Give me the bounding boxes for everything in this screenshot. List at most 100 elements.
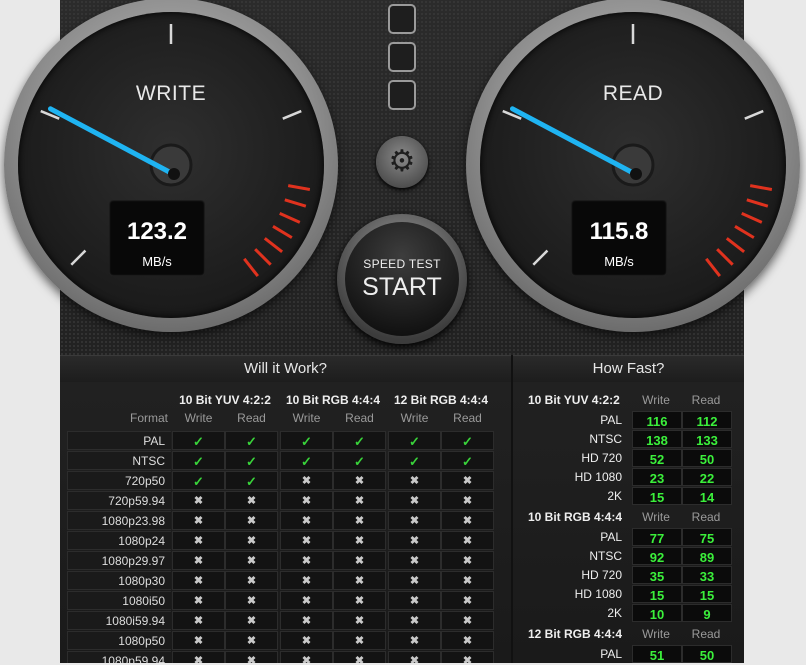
window-control-button[interactable]	[388, 42, 416, 72]
col-read-header: Read	[453, 411, 482, 425]
cross-icon: ✖	[388, 491, 441, 510]
group-header-yuv422: 10 Bit YUV 4:2:2	[179, 393, 271, 407]
check-icon: ✓	[172, 431, 225, 450]
settings-button[interactable]: ⚙	[376, 136, 428, 188]
cross-icon: ✖	[280, 551, 333, 570]
read-gauge-dial	[502, 24, 773, 278]
write-fps-value: 116	[632, 411, 682, 429]
start-button-label: START	[362, 273, 442, 301]
write-speed-unit: MB/s	[142, 254, 172, 269]
gauge-needle	[47, 106, 178, 178]
gear-icon: ⚙	[388, 145, 416, 178]
read-fps-value: 15	[682, 585, 732, 603]
table-row: 720p50 ✓ ✓ ✖ ✖ ✖ ✖	[67, 471, 495, 491]
cross-icon: ✖	[441, 591, 494, 610]
read-fps-value: 9	[682, 604, 732, 622]
read-speed-value: 115.8	[589, 218, 649, 245]
read-gauge-label: READ	[602, 82, 664, 105]
cross-icon: ✖	[441, 511, 494, 530]
check-icon: ✓	[388, 431, 441, 450]
cross-icon: ✖	[388, 511, 441, 530]
cross-icon: ✖	[225, 551, 278, 570]
write-readout: 123.2 MB/s	[109, 200, 205, 276]
col-read-header: Read	[237, 411, 266, 425]
cross-icon: ✖	[172, 651, 225, 663]
how-fast-write-header: Write	[642, 510, 670, 524]
cross-icon: ✖	[441, 471, 494, 490]
table-row: 1080i59.94 ✖ ✖ ✖ ✖ ✖ ✖	[67, 611, 495, 631]
cross-icon: ✖	[172, 631, 225, 650]
cross-icon: ✖	[172, 491, 225, 510]
how-fast-section-title: 12 Bit RGB 4:4:4	[528, 627, 623, 641]
cross-icon: ✖	[225, 651, 278, 663]
table-row: 1080p30 ✖ ✖ ✖ ✖ ✖ ✖	[67, 571, 495, 591]
how-fast-format-label: PAL	[600, 647, 622, 661]
col-write-header: Write	[292, 411, 321, 425]
check-icon: ✓	[225, 431, 278, 450]
format-label: 1080i50	[67, 591, 171, 610]
window-control-button[interactable]	[388, 80, 416, 110]
gauge-tick	[282, 109, 302, 120]
write-fps-value: 138	[632, 430, 682, 448]
write-gauge: WRITE 123.2 MB/s	[4, 0, 338, 332]
group-header-rgb444-12: 12 Bit RGB 4:4:4	[393, 393, 489, 407]
check-icon: ✓	[225, 451, 278, 470]
check-icon: ✓	[441, 451, 494, 470]
format-label: 1080p29.97	[67, 551, 171, 570]
cross-icon: ✖	[441, 611, 494, 630]
write-fps-value: 77	[632, 528, 682, 546]
table-row: NTSC ✓ ✓ ✓ ✓ ✓ ✓	[67, 451, 495, 471]
table-row: 1080p29.97 ✖ ✖ ✖ ✖ ✖ ✖	[67, 551, 495, 571]
how-fast-title: How Fast?	[513, 355, 744, 382]
cross-icon: ✖	[333, 471, 386, 490]
how-fast-format-label: NTSC	[589, 432, 622, 446]
cross-icon: ✖	[333, 611, 386, 630]
redline-tick	[741, 212, 763, 224]
cross-icon: ✖	[333, 491, 386, 510]
table-row: 720p59.94 ✖ ✖ ✖ ✖ ✖ ✖	[67, 491, 495, 511]
start-speed-test-button[interactable]: SPEED TEST START	[337, 214, 467, 344]
how-fast-format-label: 2K	[607, 489, 622, 503]
read-fps-value: 75	[682, 528, 732, 546]
write-gauge-label: WRITE	[135, 82, 207, 105]
read-fps-value: 133	[682, 430, 732, 448]
cross-icon: ✖	[388, 471, 441, 490]
format-label: 720p50	[67, 471, 171, 490]
cross-icon: ✖	[441, 551, 494, 570]
table-row: 1080p59.94 ✖ ✖ ✖ ✖ ✖ ✖	[67, 651, 495, 663]
cross-icon: ✖	[225, 611, 278, 630]
write-fps-value: 52	[632, 449, 682, 467]
redline-tick	[279, 212, 301, 224]
write-fps-value: 35	[632, 566, 682, 584]
format-label: 1080p24	[67, 531, 171, 550]
format-label: PAL	[67, 431, 171, 450]
cross-icon: ✖	[172, 531, 225, 550]
group-header-rgb444-10: 10 Bit RGB 4:4:4	[285, 393, 381, 407]
write-fps-value: 15	[632, 585, 682, 603]
cross-icon: ✖	[388, 631, 441, 650]
window-control-button[interactable]	[388, 4, 416, 34]
write-fps-value: 23	[632, 468, 682, 486]
write-fps-value: 15	[632, 487, 682, 505]
how-fast-section-title: 10 Bit RGB 4:4:4	[528, 510, 623, 524]
how-fast-read-header: Read	[691, 510, 721, 524]
format-label: NTSC	[67, 451, 171, 470]
cross-icon: ✖	[225, 511, 278, 530]
how-fast-format-label: NTSC	[589, 549, 622, 563]
how-fast-read-header: Read	[691, 393, 721, 407]
redline-tick	[725, 237, 746, 253]
cross-icon: ✖	[333, 631, 386, 650]
cross-icon: ✖	[280, 491, 333, 510]
cross-icon: ✖	[172, 551, 225, 570]
cross-icon: ✖	[333, 511, 386, 530]
check-icon: ✓	[225, 471, 278, 490]
will-it-work-title: Will it Work?	[60, 355, 511, 382]
needle-cap	[168, 168, 180, 180]
format-column-header: Format	[129, 411, 168, 425]
redline-tick	[746, 198, 769, 208]
read-fps-value: 33	[682, 566, 732, 584]
check-icon: ✓	[333, 431, 386, 450]
write-gauge-dial	[40, 24, 311, 278]
check-icon: ✓	[172, 451, 225, 470]
table-row: 1080p23.98 ✖ ✖ ✖ ✖ ✖ ✖	[67, 511, 495, 531]
